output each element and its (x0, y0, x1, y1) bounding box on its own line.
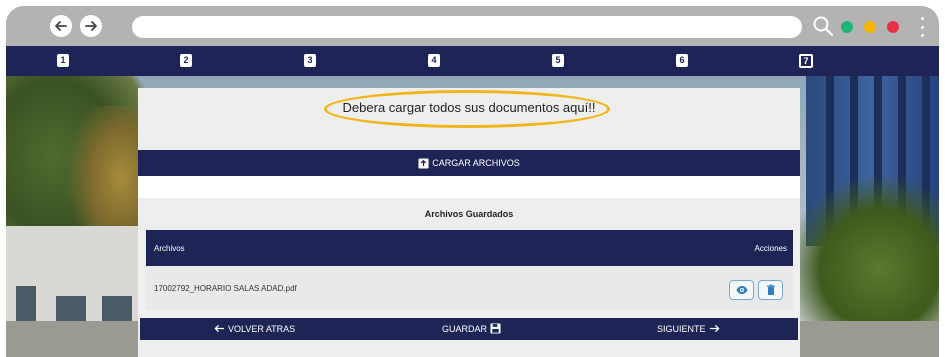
arrow-left-icon (55, 21, 67, 31)
step-4[interactable]: 4 (428, 54, 440, 67)
search-icon[interactable] (812, 15, 834, 37)
back-label: VOLVER ATRAS (228, 323, 296, 334)
highlight-ellipse (324, 90, 610, 128)
step-3[interactable]: 3 (304, 54, 316, 67)
step-6[interactable]: 6 (676, 54, 688, 67)
upload-icon (418, 157, 429, 169)
floppy-icon (490, 323, 501, 334)
delete-button[interactable] (758, 280, 783, 300)
upload-files-button[interactable]: CARGAR ARCHIVOS (138, 150, 800, 176)
green-dot (841, 21, 853, 33)
address-bar[interactable] (132, 16, 802, 38)
back-step-button[interactable]: VOLVER ATRAS (214, 323, 295, 334)
column-header-actions: Acciones (754, 244, 787, 253)
view-button[interactable] (729, 280, 754, 300)
arrow-left-icon (214, 324, 225, 333)
red-dot (887, 21, 899, 33)
save-button[interactable]: GUARDAR (442, 323, 501, 334)
arrow-right-icon (709, 324, 720, 333)
save-label: GUARDAR (442, 323, 488, 334)
trash-icon (766, 284, 775, 295)
yellow-dot (864, 21, 876, 33)
more-menu-icon[interactable] (919, 17, 925, 37)
forward-button[interactable] (80, 15, 102, 37)
next-label: SIGUIENTE (657, 323, 706, 334)
notice-area: Debera cargar todos sus documentos aquí!… (138, 88, 800, 150)
bottom-nav: VOLVER ATRAS GUARDAR SIGUIENTE (140, 318, 798, 340)
row-actions (729, 280, 783, 300)
column-header-files: Archivos (154, 244, 185, 253)
saved-files-title: Archivos Guardados (138, 198, 800, 230)
table-header: Archivos Acciones (146, 230, 793, 266)
arrow-right-icon (85, 21, 97, 31)
steps-bar: 1 2 3 4 5 6 7 (6, 46, 939, 76)
table-row: 17002792_HORARIO SALAS ADAD.pdf (146, 266, 793, 310)
documents-panel: Debera cargar todos sus documentos aquí!… (138, 88, 800, 357)
step-7[interactable]: 7 (799, 54, 813, 68)
browser-toolbar (6, 6, 939, 46)
step-1[interactable]: 1 (57, 54, 69, 67)
upload-label: CARGAR ARCHIVOS (432, 158, 520, 168)
step-5[interactable]: 5 (552, 54, 564, 67)
spacer-strip (138, 176, 800, 198)
step-2[interactable]: 2 (180, 54, 192, 67)
eye-icon (736, 286, 747, 294)
next-button[interactable]: SIGUIENTE (657, 323, 720, 334)
file-name: 17002792_HORARIO SALAS ADAD.pdf (154, 284, 297, 293)
back-button[interactable] (50, 15, 72, 37)
